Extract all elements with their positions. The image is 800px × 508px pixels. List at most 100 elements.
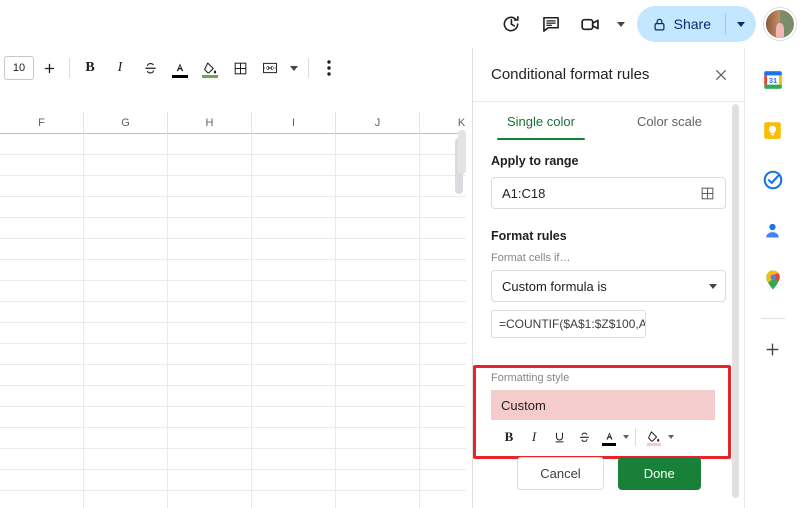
grid-body[interactable] <box>0 134 466 508</box>
grid-cell-i12[interactable] <box>252 365 336 386</box>
column-header-h[interactable]: H <box>168 112 252 134</box>
share-dropdown-caret[interactable] <box>726 6 756 42</box>
grid-cell-f1[interactable] <box>0 134 84 155</box>
google-tasks-icon[interactable] <box>755 162 791 198</box>
format-italic-button[interactable]: I <box>522 425 546 449</box>
grid-cell-h12[interactable] <box>168 365 252 386</box>
format-strikethrough-button[interactable] <box>572 425 596 449</box>
grid-cell-k13[interactable] <box>420 386 466 407</box>
grid-cell-k4[interactable] <box>420 197 466 218</box>
tab-single-color[interactable]: Single color <box>493 102 589 140</box>
grid-cell-g13[interactable] <box>84 386 168 407</box>
grid-cell-j7[interactable] <box>336 260 420 281</box>
grid-cell-j11[interactable] <box>336 344 420 365</box>
grid-cell-f7[interactable] <box>0 260 84 281</box>
grid-cell-j2[interactable] <box>336 155 420 176</box>
grid-cell-f4[interactable] <box>0 197 84 218</box>
grid-row[interactable] <box>0 344 466 365</box>
grid-cell-g17[interactable] <box>84 470 168 491</box>
google-maps-icon[interactable] <box>755 262 791 298</box>
grid-cell-g4[interactable] <box>84 197 168 218</box>
format-underline-button[interactable] <box>547 425 571 449</box>
grid-cell-k9[interactable] <box>420 302 466 323</box>
grid-row[interactable] <box>0 239 466 260</box>
grid-cell-i2[interactable] <box>252 155 336 176</box>
grid-cell-f5[interactable] <box>0 218 84 239</box>
grid-row[interactable] <box>0 491 466 508</box>
grid-cell-f17[interactable] <box>0 470 84 491</box>
google-keep-icon[interactable] <box>755 112 791 148</box>
grid-cell-k11[interactable] <box>420 344 466 365</box>
grid-cell-g10[interactable] <box>84 323 168 344</box>
grid-cell-g8[interactable] <box>84 281 168 302</box>
close-button[interactable] <box>706 60 736 90</box>
text-color-dropdown-caret[interactable] <box>623 435 629 439</box>
grid-cell-k10[interactable] <box>420 323 466 344</box>
grid-row[interactable] <box>0 428 466 449</box>
spreadsheet-grid[interactable]: FGHIJK <box>0 112 466 508</box>
grid-cell-f16[interactable] <box>0 449 84 470</box>
grid-cell-j3[interactable] <box>336 176 420 197</box>
grid-cell-g12[interactable] <box>84 365 168 386</box>
grid-cell-f3[interactable] <box>0 176 84 197</box>
grid-row[interactable] <box>0 365 466 386</box>
meet-dropdown-caret[interactable] <box>611 8 631 40</box>
grid-row[interactable] <box>0 134 466 155</box>
grid-cell-f14[interactable] <box>0 407 84 428</box>
version-history-icon[interactable] <box>491 4 531 44</box>
grid-cell-g3[interactable] <box>84 176 168 197</box>
tab-color-scale[interactable]: Color scale <box>623 102 716 140</box>
grid-cell-g16[interactable] <box>84 449 168 470</box>
grid-cell-f12[interactable] <box>0 365 84 386</box>
grid-cell-i17[interactable] <box>252 470 336 491</box>
grid-cell-h8[interactable] <box>168 281 252 302</box>
italic-button[interactable]: I <box>106 54 134 82</box>
grid-cell-i10[interactable] <box>252 323 336 344</box>
grid-cell-i18[interactable] <box>252 491 336 508</box>
column-header-i[interactable]: I <box>252 112 336 134</box>
grid-cell-h11[interactable] <box>168 344 252 365</box>
grid-cell-h15[interactable] <box>168 428 252 449</box>
grid-cell-i1[interactable] <box>252 134 336 155</box>
grid-cell-h10[interactable] <box>168 323 252 344</box>
grid-cell-g18[interactable] <box>84 491 168 508</box>
grid-cell-k6[interactable] <box>420 239 466 260</box>
comment-icon[interactable] <box>531 4 571 44</box>
grid-cell-h17[interactable] <box>168 470 252 491</box>
grid-cell-g9[interactable] <box>84 302 168 323</box>
grid-cell-f8[interactable] <box>0 281 84 302</box>
grid-cell-k7[interactable] <box>420 260 466 281</box>
grid-row[interactable] <box>0 470 466 491</box>
grid-cell-h16[interactable] <box>168 449 252 470</box>
style-preview[interactable]: Custom <box>491 390 715 420</box>
grid-cell-i7[interactable] <box>252 260 336 281</box>
grid-cell-k17[interactable] <box>420 470 466 491</box>
grid-cell-h9[interactable] <box>168 302 252 323</box>
meet-camera-icon[interactable] <box>571 4 611 44</box>
grid-cell-i4[interactable] <box>252 197 336 218</box>
grid-cell-g15[interactable] <box>84 428 168 449</box>
column-header-j[interactable]: J <box>336 112 420 134</box>
grid-cell-f13[interactable] <box>0 386 84 407</box>
google-calendar-icon[interactable]: 31 <box>755 62 791 98</box>
format-fill-color-button[interactable] <box>642 425 666 449</box>
apply-to-range-input[interactable]: A1:C18 <box>491 177 726 209</box>
grid-cell-i16[interactable] <box>252 449 336 470</box>
grid-cell-h7[interactable] <box>168 260 252 281</box>
grid-cell-j6[interactable] <box>336 239 420 260</box>
format-text-color-button[interactable] <box>597 425 621 449</box>
grid-row[interactable] <box>0 176 466 197</box>
grid-cell-h13[interactable] <box>168 386 252 407</box>
fill-color-dropdown-caret[interactable] <box>668 435 674 439</box>
grid-cell-h3[interactable] <box>168 176 252 197</box>
grid-cell-k12[interactable] <box>420 365 466 386</box>
text-color-button[interactable] <box>166 54 194 82</box>
grid-cell-h1[interactable] <box>168 134 252 155</box>
add-app-button[interactable] <box>755 331 791 367</box>
grid-cell-g5[interactable] <box>84 218 168 239</box>
google-contacts-icon[interactable] <box>755 212 791 248</box>
grid-cell-j4[interactable] <box>336 197 420 218</box>
fill-color-button[interactable] <box>196 54 224 82</box>
grid-row[interactable] <box>0 407 466 428</box>
grid-cell-i5[interactable] <box>252 218 336 239</box>
